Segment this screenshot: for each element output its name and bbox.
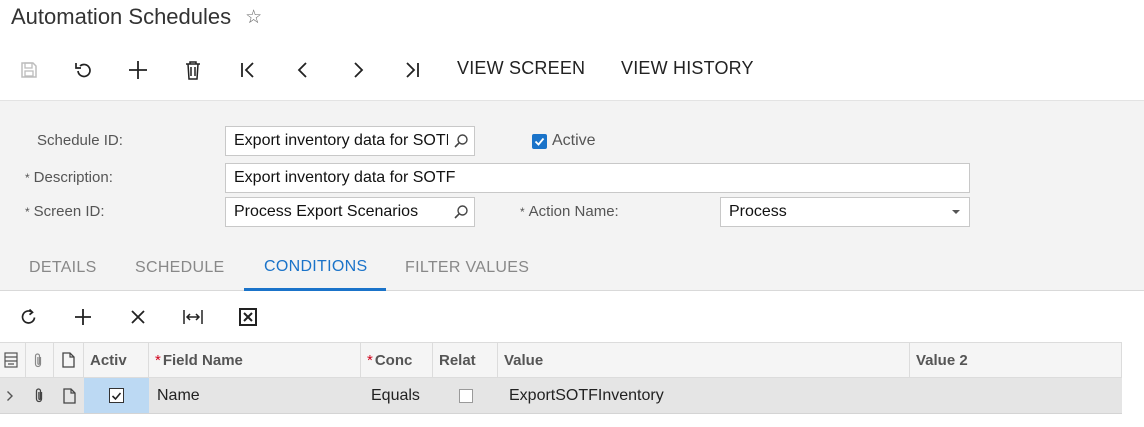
field-name-header-label: Field Name [162,351,243,369]
add-button[interactable] [125,56,151,84]
row-relative-cell[interactable] [433,378,498,413]
grid-toolbar [0,292,1144,342]
next-record-icon [354,62,364,78]
row-note[interactable] [54,378,84,413]
row-field-name[interactable]: Name [149,378,361,413]
page-title: Automation Schedules [11,4,232,29]
screen-id-input[interactable]: Process Export Scenarios [225,197,475,227]
refresh-icon [21,308,36,324]
last-record-icon [406,62,419,78]
required-mark: * [520,205,525,219]
note-icon [62,352,75,368]
description-label: Description: [33,169,113,186]
first-record-button[interactable] [235,56,261,84]
fit-columns-icon [183,310,203,324]
column-header-active[interactable]: Activ [84,343,149,377]
row-active-cell[interactable] [84,378,149,413]
paperclip-icon [34,352,42,367]
refresh-button[interactable] [16,304,42,330]
tab-conditions[interactable]: CONDITIONS [264,258,367,276]
column-header-condition[interactable]: * Conc [361,343,433,377]
paperclip-icon [35,388,43,403]
grid-header: Activ * Field Name * Conc Relat Value Valu… [0,342,1122,378]
description-label-wrap: * Description: [25,169,113,186]
required-mark: * [155,351,161,369]
add-row-icon [75,309,91,325]
column-header-field-name[interactable]: * Field Name [149,343,361,377]
action-name-select[interactable]: Process [720,197,970,227]
tab-bar: DETAILS SCHEDULE CONDITIONS FILTER VALUE… [0,241,1144,291]
undo-icon [75,63,91,78]
schedule-id-value: Export inventory data for SOTF [234,132,448,149]
previous-record-icon [297,62,307,78]
save-icon [21,62,37,78]
row-value[interactable]: ExportSOTFInventory [498,378,910,413]
fit-columns-button[interactable] [180,304,206,330]
schedule-id-input[interactable]: Export inventory data for SOTF [225,126,475,156]
save-button[interactable] [16,56,42,84]
add-icon [129,61,147,79]
row-expand-icon[interactable] [0,378,26,413]
active-checkbox[interactable]: Active [532,132,596,150]
add-row-button[interactable] [70,304,96,330]
row-attachment[interactable] [26,378,54,413]
delete-row-icon [131,310,145,324]
description-value: Export inventory data for SOTF [234,169,456,186]
tab-schedule[interactable]: SCHEDULE [135,259,225,277]
view-history-button[interactable]: VIEW HISTORY [621,58,754,79]
previous-record-button[interactable] [290,56,316,84]
table-row[interactable]: Name Equals ExportSOTFInventory [0,378,1122,414]
tab-filter-values[interactable]: FILTER VALUES [405,259,529,277]
required-mark: * [367,351,373,369]
search-icon[interactable] [448,204,474,220]
screen-id-value: Process Export Scenarios [234,203,419,220]
screen-id-label: Screen ID: [33,203,105,220]
main-toolbar: VIEW SCREEN VIEW HISTORY [0,52,1144,88]
delete-button[interactable] [180,56,206,84]
delete-icon [186,61,200,80]
export-excel-button[interactable] [235,304,261,330]
page-title-bar: Automation Schedules ☆ [11,4,262,30]
column-header-value2[interactable]: Value 2 [910,343,1122,377]
checkmark-icon [111,391,122,400]
row-value2[interactable] [910,378,1122,413]
note-header [54,343,84,377]
row-active-checkbox[interactable] [109,388,124,403]
screen-id-label-wrap: * Screen ID: [25,203,105,220]
checkbox-checked-icon [532,133,547,149]
column-settings-header[interactable] [0,343,26,377]
column-header-relative[interactable]: Relat [433,343,498,377]
required-mark: * [25,205,30,219]
star-outline-icon[interactable]: ☆ [245,6,262,29]
active-label: Active [552,132,596,149]
first-record-icon [241,62,254,78]
dropdown-arrow-icon[interactable] [943,208,969,216]
schedule-form: Schedule ID: Export inventory data for S… [0,100,1144,241]
tab-details[interactable]: DETAILS [29,259,97,277]
action-name-value: Process [729,203,787,220]
last-record-button[interactable] [399,56,425,84]
schedule-id-label: Schedule ID: [37,132,123,149]
row-relative-checkbox[interactable] [459,388,473,403]
row-condition[interactable]: Equals [361,378,433,413]
required-mark: * [25,171,30,185]
column-settings-icon [4,352,18,368]
search-icon[interactable] [448,133,474,149]
next-record-button[interactable] [345,56,371,84]
attachment-header [26,343,54,377]
action-name-label: Action Name: [528,203,619,220]
column-header-value[interactable]: Value [498,343,910,377]
view-screen-button[interactable]: VIEW SCREEN [457,58,585,79]
note-icon [63,387,76,404]
delete-row-button[interactable] [125,304,151,330]
active-tab-indicator [244,288,386,291]
description-input[interactable]: Export inventory data for SOTF [225,163,970,193]
action-name-label-wrap: * Action Name: [520,203,619,220]
export-excel-icon [239,308,257,326]
undo-button[interactable] [70,56,96,84]
condition-header-label: Conc [374,351,413,369]
